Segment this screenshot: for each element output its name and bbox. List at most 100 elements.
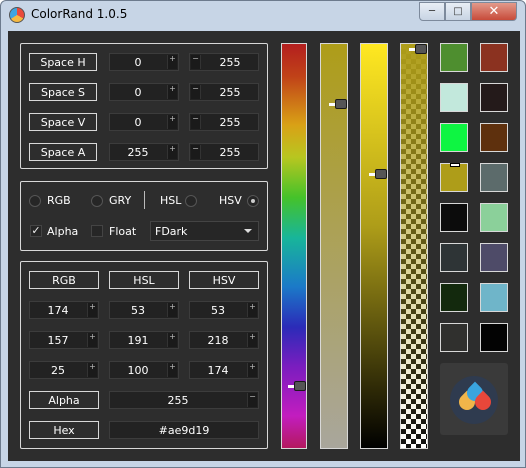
space-h-min-field[interactable]: 0 + xyxy=(109,53,179,71)
space-group: Space H 0 + − 255 Space S 0 + − 255 Spac… xyxy=(20,43,268,169)
space-a-max-field[interactable]: − 255 xyxy=(189,143,259,161)
space-h-button[interactable]: Space H xyxy=(29,53,97,71)
space-v-min-field[interactable]: 0 + xyxy=(109,113,179,131)
left-swatch-5[interactable] xyxy=(440,203,468,232)
chevron-down-icon xyxy=(244,229,252,233)
saturation-slider[interactable] xyxy=(320,43,348,449)
space-s-button[interactable]: Space S xyxy=(29,83,97,101)
alpha-checkbox[interactable]: ✓ xyxy=(30,225,42,237)
slider-marker xyxy=(369,173,375,176)
hex-button[interactable]: Hex xyxy=(29,421,99,439)
right-swatch-7[interactable] xyxy=(480,283,508,312)
space-h-max-field[interactable]: − 255 xyxy=(189,53,259,71)
radio-hsv[interactable] xyxy=(247,195,259,207)
b-field[interactable]: 25 + xyxy=(29,361,99,379)
spin-up-icon[interactable]: + xyxy=(167,303,177,317)
spin-up-icon[interactable]: + xyxy=(167,333,177,347)
client-area: Space H 0 + − 255 Space S 0 + − 255 Spac… xyxy=(8,31,520,461)
slider-handle[interactable] xyxy=(409,44,427,54)
field-value: 255 xyxy=(167,394,189,407)
h-hsl-field[interactable]: 53 + xyxy=(109,301,179,319)
space-s-max-field[interactable]: − 255 xyxy=(189,83,259,101)
alpha-checkbox-label: Alpha xyxy=(47,225,79,238)
space-v-button[interactable]: Space V xyxy=(29,113,97,131)
value-slider[interactable] xyxy=(360,43,388,449)
right-swatch-2[interactable] xyxy=(480,83,508,112)
left-swatch-8[interactable] xyxy=(440,323,468,352)
field-value: 53 xyxy=(211,304,225,317)
left-swatch-3[interactable] xyxy=(440,123,468,152)
field-value: 0 xyxy=(134,86,142,99)
float-checkbox[interactable] xyxy=(91,225,103,237)
spin-down-icon[interactable]: − xyxy=(247,393,257,407)
hue-slider[interactable] xyxy=(281,43,307,449)
g-field[interactable]: 157 + xyxy=(29,331,99,349)
spin-up-icon[interactable]: + xyxy=(247,333,257,347)
field-value: 157 xyxy=(47,334,69,347)
right-swatch-4[interactable] xyxy=(480,163,508,192)
close-button[interactable]: ✕ xyxy=(471,2,517,21)
slider-handle[interactable] xyxy=(369,169,387,179)
window-title: ColorRand 1.0.5 xyxy=(31,7,128,21)
randomize-button[interactable] xyxy=(440,363,508,435)
radio-rgb[interactable] xyxy=(29,195,41,207)
radio-gry[interactable] xyxy=(91,195,103,207)
field-value: 53 xyxy=(131,304,145,317)
radio-hsl[interactable] xyxy=(185,195,197,207)
right-swatch-1[interactable] xyxy=(480,43,508,72)
alpha-slider[interactable] xyxy=(400,43,428,449)
slider-handle[interactable] xyxy=(288,381,306,391)
space-v-max-field[interactable]: − 255 xyxy=(189,113,259,131)
hsv-header-button[interactable]: HSV xyxy=(189,271,259,289)
spin-up-icon[interactable]: + xyxy=(247,363,257,377)
field-value: 191 xyxy=(127,334,149,347)
space-a-min-field[interactable]: 255 + xyxy=(109,143,179,161)
hex-value-field[interactable]: #ae9d19 xyxy=(109,421,259,439)
h-hsv-field[interactable]: 53 + xyxy=(189,301,259,319)
spin-up-icon[interactable]: + xyxy=(167,363,177,377)
slider-handle[interactable] xyxy=(329,99,347,109)
left-swatch-6[interactable] xyxy=(440,243,468,272)
v-hsv-field[interactable]: 174 + xyxy=(189,361,259,379)
radio-gry-label: GRY xyxy=(109,194,132,207)
s-hsl-field[interactable]: 191 + xyxy=(109,331,179,349)
spin-up-icon[interactable]: + xyxy=(87,333,97,347)
spin-down-icon[interactable]: − xyxy=(191,55,201,69)
hsl-header-button[interactable]: HSL xyxy=(109,271,179,289)
field-value: 174 xyxy=(47,304,69,317)
spin-down-icon[interactable]: − xyxy=(191,85,201,99)
rgb-header-button[interactable]: RGB xyxy=(29,271,99,289)
alpha-value-field[interactable]: 255 − xyxy=(109,391,259,409)
spin-up-icon[interactable]: + xyxy=(167,115,177,129)
left-swatch-2[interactable] xyxy=(440,83,468,112)
field-value: 0 xyxy=(134,116,142,129)
left-swatch-4[interactable] xyxy=(440,163,468,192)
s-hsv-field[interactable]: 218 + xyxy=(189,331,259,349)
spin-up-icon[interactable]: + xyxy=(167,145,177,159)
radio-hsl-label: HSL xyxy=(160,194,182,207)
spin-up-icon[interactable]: + xyxy=(87,303,97,317)
spin-up-icon[interactable]: + xyxy=(87,363,97,377)
spin-up-icon[interactable]: + xyxy=(167,55,177,69)
left-swatch-1[interactable] xyxy=(440,43,468,72)
mode-group: RGB GRY HSL HSV ✓ Alpha Float FDark xyxy=(20,181,268,251)
spin-down-icon[interactable]: − xyxy=(191,115,201,129)
right-swatch-8[interactable] xyxy=(480,323,508,352)
left-swatch-7[interactable] xyxy=(440,283,468,312)
spin-down-icon[interactable]: − xyxy=(191,145,201,159)
alpha-button[interactable]: Alpha xyxy=(29,391,99,409)
theme-dropdown[interactable]: FDark xyxy=(150,221,259,241)
spin-up-icon[interactable]: + xyxy=(167,85,177,99)
spin-up-icon[interactable]: + xyxy=(247,303,257,317)
title-bar[interactable]: ColorRand 1.0.5 ─ □ ✕ xyxy=(1,1,525,29)
right-swatch-5[interactable] xyxy=(480,203,508,232)
r-field[interactable]: 174 + xyxy=(29,301,99,319)
l-hsl-field[interactable]: 100 + xyxy=(109,361,179,379)
maximize-button[interactable]: □ xyxy=(445,2,471,21)
right-swatch-3[interactable] xyxy=(480,123,508,152)
right-swatch-6[interactable] xyxy=(480,243,508,272)
field-value: 255 xyxy=(219,146,241,159)
minimize-button[interactable]: ─ xyxy=(419,2,445,21)
space-s-min-field[interactable]: 0 + xyxy=(109,83,179,101)
space-a-button[interactable]: Space A xyxy=(29,143,97,161)
